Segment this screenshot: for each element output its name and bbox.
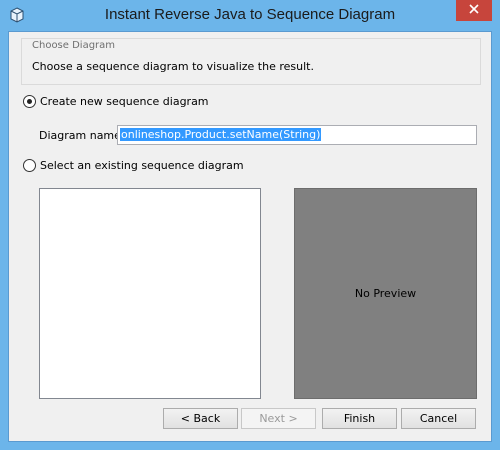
dialog-body: Choose Diagram Choose a sequence diagram… [8, 31, 492, 442]
close-button[interactable] [456, 0, 492, 21]
group-title: Choose Diagram [30, 40, 118, 51]
select-existing-label: Select an existing sequence diagram [40, 159, 244, 172]
diagram-name-input[interactable]: onlineshop.Product.setName(String) [117, 125, 477, 145]
finish-button[interactable]: Finish [322, 408, 397, 429]
select-existing-radio[interactable] [23, 159, 36, 172]
diagram-preview: No Preview [294, 188, 477, 399]
create-new-label: Create new sequence diagram [40, 95, 209, 108]
create-new-option[interactable]: Create new sequence diagram [23, 95, 209, 108]
preview-text: No Preview [354, 287, 417, 300]
next-button[interactable]: Next > [241, 408, 316, 429]
back-button[interactable]: < Back [163, 408, 238, 429]
window-title: Instant Reverse Java to Sequence Diagram [104, 6, 396, 23]
close-icon [469, 4, 479, 17]
cancel-button[interactable]: Cancel [401, 408, 476, 429]
diagram-name-value: onlineshop.Product.setName(String) [120, 128, 322, 141]
create-new-radio[interactable] [23, 95, 36, 108]
dialog-window: Instant Reverse Java to Sequence Diagram… [0, 0, 500, 450]
select-existing-option[interactable]: Select an existing sequence diagram [23, 159, 244, 172]
choose-diagram-group: Choose Diagram Choose a sequence diagram… [21, 38, 481, 85]
diagram-name-label: Diagram name: [39, 129, 125, 142]
existing-diagrams-list[interactable] [39, 188, 261, 399]
title-bar[interactable]: Instant Reverse Java to Sequence Diagram [0, 0, 500, 31]
group-description: Choose a sequence diagram to visualize t… [32, 60, 314, 73]
